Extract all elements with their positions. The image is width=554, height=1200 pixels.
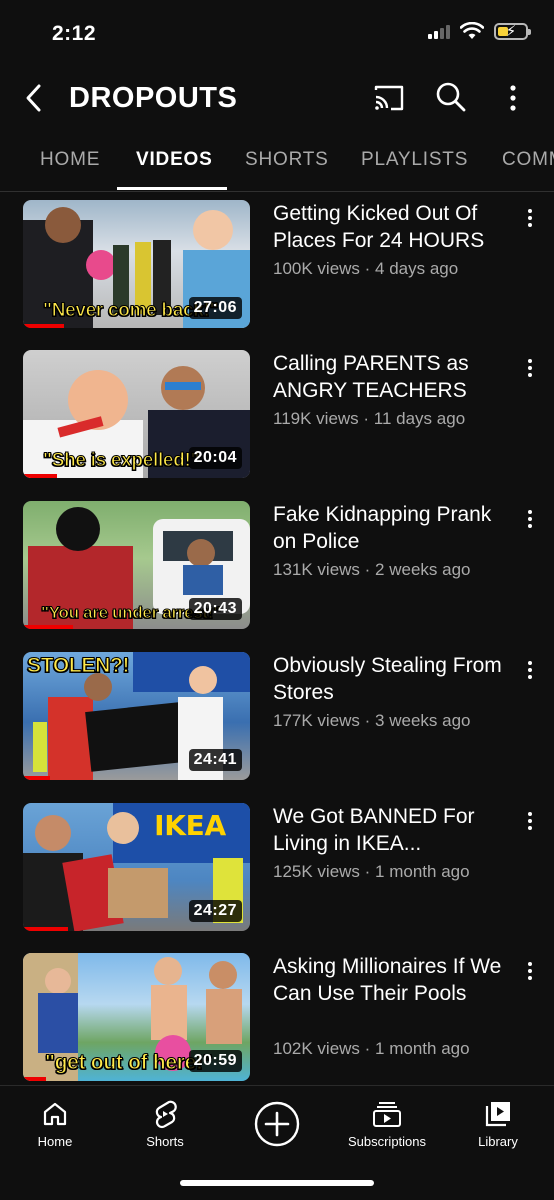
video-item[interactable]: "get out of here!" 20:59 Asking Milliona…: [0, 953, 554, 1083]
video-duration: 20:04: [188, 447, 242, 469]
video-meta: 102K views · 1 month ago: [273, 1039, 470, 1058]
video-title[interactable]: Getting Kicked Out Of Places For 24 HOUR…: [273, 200, 517, 254]
video-duration: 27:06: [188, 297, 242, 319]
battery-icon: ⚡: [494, 22, 531, 40]
active-tab-indicator: [117, 187, 227, 190]
more-options-icon[interactable]: [500, 82, 526, 114]
video-duration: 20:43: [188, 598, 242, 620]
video-title[interactable]: We Got BANNED For Living in IKEA...: [273, 803, 517, 857]
video-title[interactable]: Asking Millionaires If We Can Use Their …: [273, 953, 517, 1007]
tab-playlists[interactable]: PLAYLISTS: [361, 149, 468, 171]
watch-progress-bar: [23, 776, 51, 780]
video-more-icon[interactable]: [519, 507, 541, 533]
video-item[interactable]: STOLEN?! 24:41 Obviously Stealing From S…: [0, 652, 554, 782]
back-arrow-icon[interactable]: [18, 80, 50, 116]
tab-home[interactable]: HOME: [40, 149, 100, 171]
video-title[interactable]: Obviously Stealing From Stores: [273, 652, 517, 706]
video-item[interactable]: "Never come back!" 27:06 Getting Kicked …: [0, 200, 554, 330]
video-more-icon[interactable]: [519, 658, 541, 684]
video-thumbnail[interactable]: "You are under arrest!" 20:43: [23, 501, 250, 629]
home-indicator[interactable]: [180, 1180, 374, 1186]
home-icon: [43, 1102, 67, 1126]
channel-title: DROPOUTS: [69, 82, 238, 114]
cast-icon[interactable]: [372, 82, 406, 114]
video-thumbnail[interactable]: "Never come back!" 27:06: [23, 200, 250, 328]
watch-progress-bar: [23, 927, 69, 931]
nav-home[interactable]: Home: [0, 1094, 110, 1149]
video-more-icon[interactable]: [519, 356, 541, 382]
nav-shorts-label: Shorts: [146, 1134, 184, 1149]
video-list: "Never come back!" 27:06 Getting Kicked …: [0, 192, 554, 1085]
video-title[interactable]: Calling PARENTS as ANGRY TEACHERS: [273, 350, 517, 404]
nav-home-label: Home: [37, 1134, 73, 1149]
create-button[interactable]: [222, 1094, 332, 1154]
video-more-icon[interactable]: [519, 809, 541, 835]
watch-progress-bar: [23, 324, 64, 328]
video-item[interactable]: IKEA 24:27 We Got BANNED For Living in I…: [0, 803, 554, 933]
search-icon[interactable]: [434, 80, 468, 114]
video-meta: 131K views · 2 weeks ago: [273, 560, 471, 579]
thumbnail-caption: IKEA: [154, 809, 226, 842]
app-bar: DROPOUTS: [0, 70, 554, 126]
thumbnail-caption: STOLEN?!: [27, 654, 131, 678]
status-bar: 2:12 ⚡: [0, 0, 554, 70]
wifi-icon: [460, 22, 484, 39]
video-more-icon[interactable]: [519, 206, 541, 232]
video-duration: 24:27: [188, 900, 242, 922]
watch-progress-bar: [23, 474, 58, 478]
status-time: 2:12: [52, 22, 97, 45]
video-meta: 177K views · 3 weeks ago: [273, 711, 471, 730]
video-item[interactable]: "You are under arrest!" 20:43 Fake Kidna…: [0, 501, 554, 631]
watch-progress-bar: [23, 625, 73, 629]
video-thumbnail[interactable]: "get out of here!" 20:59: [23, 953, 250, 1081]
nav-library[interactable]: Library: [443, 1094, 553, 1149]
video-thumbnail[interactable]: IKEA 24:27: [23, 803, 250, 931]
video-more-icon[interactable]: [519, 959, 541, 985]
video-meta: 125K views · 1 month ago: [273, 862, 470, 881]
tab-community[interactable]: COMMUNITY: [502, 149, 554, 171]
tab-videos[interactable]: VIDEOS: [136, 149, 213, 171]
video-duration: 20:59: [188, 1050, 242, 1072]
video-meta: 119K views · 11 days ago: [273, 409, 466, 428]
status-icons: ⚡: [428, 22, 531, 40]
nav-subscriptions-label: Subscriptions: [347, 1134, 427, 1149]
tab-shorts[interactable]: SHORTS: [245, 149, 329, 171]
video-thumbnail[interactable]: "She is expelled!" 20:04: [23, 350, 250, 478]
shorts-icon: [155, 1100, 177, 1129]
cellular-signal-icon: [428, 23, 450, 39]
video-title[interactable]: Fake Kidnapping Prank on Police: [273, 501, 517, 555]
nav-subscriptions[interactable]: Subscriptions: [332, 1094, 442, 1149]
video-item[interactable]: "She is expelled!" 20:04 Calling PARENTS…: [0, 350, 554, 480]
video-thumbnail[interactable]: STOLEN?! 24:41: [23, 652, 250, 780]
nav-shorts[interactable]: Shorts: [110, 1094, 220, 1149]
library-icon: [485, 1102, 510, 1127]
channel-tabs: HOME VIDEOS SHORTS PLAYLISTS COMMUNITY: [0, 135, 554, 192]
create-plus-icon: [254, 1101, 300, 1147]
watch-progress-bar: [23, 1077, 46, 1081]
video-duration: 24:41: [188, 749, 242, 771]
subscriptions-icon: [373, 1102, 401, 1127]
video-meta: 100K views · 4 days ago: [273, 259, 459, 278]
nav-library-label: Library: [478, 1134, 518, 1149]
